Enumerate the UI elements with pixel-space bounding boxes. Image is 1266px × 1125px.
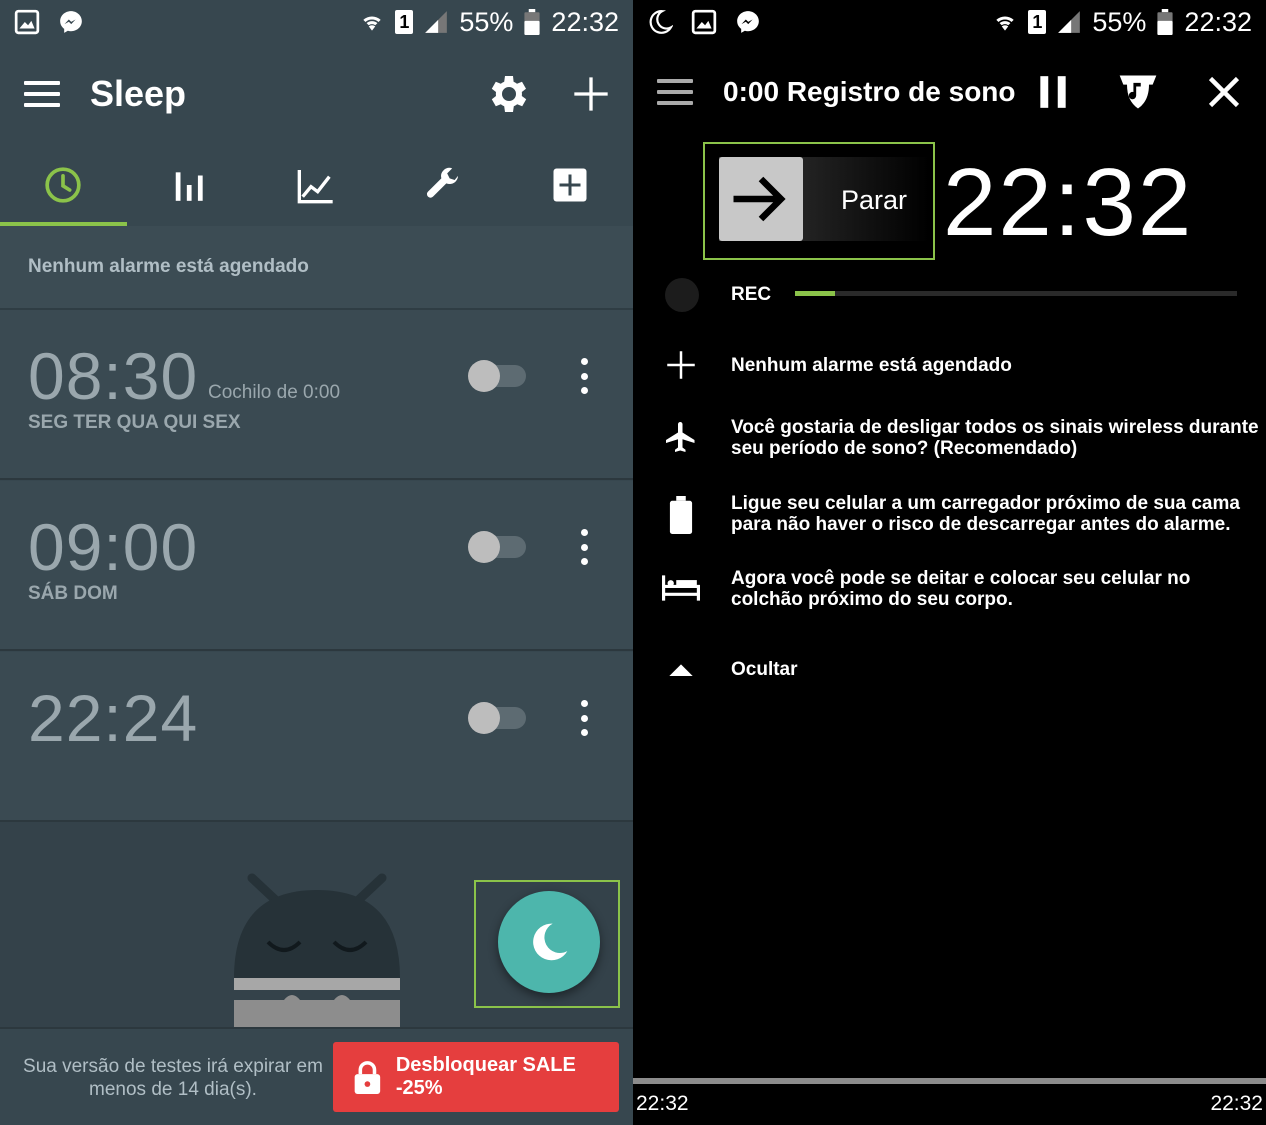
line-chart-icon [298, 170, 334, 204]
rec-indicator [665, 278, 699, 312]
alarm-row[interactable]: 09:00 SÁB DOM [0, 481, 633, 651]
gallery-notification-icon [14, 9, 40, 35]
unlock-button[interactable]: Desbloquear SALE -25% [333, 1042, 619, 1112]
info-text: Nenhum alarme está agendado [731, 355, 1012, 376]
rec-progress-bar [795, 291, 1237, 296]
status-time: 22:32 [1184, 6, 1252, 37]
sleeping-android-mascot-icon [234, 873, 400, 1030]
alarm-toggle[interactable] [468, 702, 526, 734]
big-clock: 22:32 [943, 149, 1194, 256]
alarm-snooze: Cochilo de 0:00 [208, 382, 341, 403]
sim-slot-icon: 1 [395, 10, 414, 34]
status-bar: 1 55% 22:32 [0, 0, 633, 44]
wifi-icon [996, 16, 1015, 31]
moon-icon [533, 923, 568, 961]
info-text: Agora você pode se deitar e colocar seu … [731, 568, 1191, 610]
wifi-icon [363, 16, 382, 31]
messenger-notification-icon [737, 11, 759, 33]
no-alarm-notice: Nenhum alarme está agendado [0, 226, 633, 310]
sleep-main-screen: 1 55% 22:32 Sleep Nenhum alarme está age… [0, 0, 633, 1125]
close-icon[interactable] [1206, 74, 1242, 110]
menu-icon[interactable] [657, 79, 693, 105]
trial-notice: Sua versão de testes irá expirar em meno… [23, 1056, 323, 1100]
status-bar: 1 55% 22:32 [633, 0, 1266, 44]
lullaby-icon[interactable] [1116, 70, 1160, 114]
battery-percent: 55% [459, 6, 514, 37]
unlock-label: Desbloquear SALE -25% [395, 1054, 576, 1099]
clock-icon [45, 167, 81, 203]
alarm-toggle[interactable] [468, 360, 526, 392]
tracking-title: 0:00 Registro de sono [723, 76, 1016, 107]
alarm-days: SEG TER QUA QUI SEX [28, 412, 241, 433]
plus-box-icon [553, 168, 587, 202]
status-time: 22:32 [551, 6, 619, 37]
tab-alarms[interactable] [0, 144, 127, 226]
tab-graphs[interactable] [127, 144, 254, 226]
add-alarm-icon[interactable] [571, 74, 611, 114]
alarm-time: 08:30 [28, 339, 199, 413]
timeline-start-time: 22:32 [636, 1092, 689, 1115]
tab-addons[interactable] [380, 144, 507, 226]
alarm-row[interactable]: 22:24 [0, 652, 633, 822]
pause-icon[interactable] [1036, 73, 1070, 111]
alarm-toggle[interactable] [468, 531, 526, 563]
plus-icon [667, 351, 695, 379]
rec-progress-fill [795, 291, 835, 296]
alarm-days: SÁB DOM [28, 583, 118, 604]
rec-label: REC [731, 284, 772, 305]
stop-slider[interactable]: Parar [719, 157, 929, 241]
stop-label: Parar [841, 185, 908, 215]
battery-icon [524, 9, 541, 35]
start-sleep-button[interactable] [498, 891, 600, 993]
hide-label: Ocultar [731, 659, 798, 680]
lock-icon [354, 1061, 381, 1094]
messenger-notification-icon [60, 11, 82, 33]
menu-icon[interactable] [24, 81, 60, 107]
info-text: Você gostaria de desligar todos os sinai… [731, 417, 1259, 459]
trial-footer: Sua versão de testes irá expirar em meno… [0, 1027, 633, 1125]
timeline-end-time: 22:32 [1210, 1092, 1263, 1115]
arrow-right-icon [733, 176, 786, 222]
signal-icon [425, 11, 448, 33]
battery-percent: 55% [1092, 6, 1147, 37]
main-tabs [0, 144, 633, 226]
tracking-toolbar: 0:00 Registro de sono [633, 44, 1266, 140]
bar-chart-icon [175, 172, 203, 201]
more-options-icon[interactable] [578, 529, 590, 565]
settings-gear-icon[interactable] [485, 70, 533, 118]
more-options-icon[interactable] [578, 358, 590, 394]
more-options-icon[interactable] [578, 700, 590, 736]
app-title: Sleep [90, 73, 187, 114]
app-toolbar: Sleep [0, 44, 633, 144]
wrench-icon [427, 167, 459, 198]
battery-icon [669, 496, 693, 534]
gallery-notification-icon [691, 9, 717, 35]
airplane-icon [666, 422, 695, 452]
tab-stats[interactable] [253, 144, 380, 226]
sim-slot-icon: 1 [1028, 10, 1047, 34]
battery-icon [1157, 9, 1174, 35]
alarm-row[interactable]: 08:30 Cochilo de 0:00 SEG TER QUA QUI SE… [0, 310, 633, 480]
sleep-tracking-screen: 1 55% 22:32 0:00 Registro de sono Parar … [633, 0, 1266, 1125]
alarm-time: 09:00 [28, 510, 199, 584]
info-text: Ligue seu celular a um carregador próxim… [731, 493, 1240, 535]
tab-more[interactable] [506, 144, 633, 226]
stop-slider-handle[interactable] [719, 157, 803, 241]
alarm-time: 22:24 [28, 681, 199, 755]
signal-icon [1058, 11, 1081, 33]
collapse-triangle-icon [669, 664, 693, 676]
timeline-bar [633, 1078, 1266, 1084]
bed-icon [662, 575, 700, 601]
night-mode-icon [649, 10, 673, 34]
